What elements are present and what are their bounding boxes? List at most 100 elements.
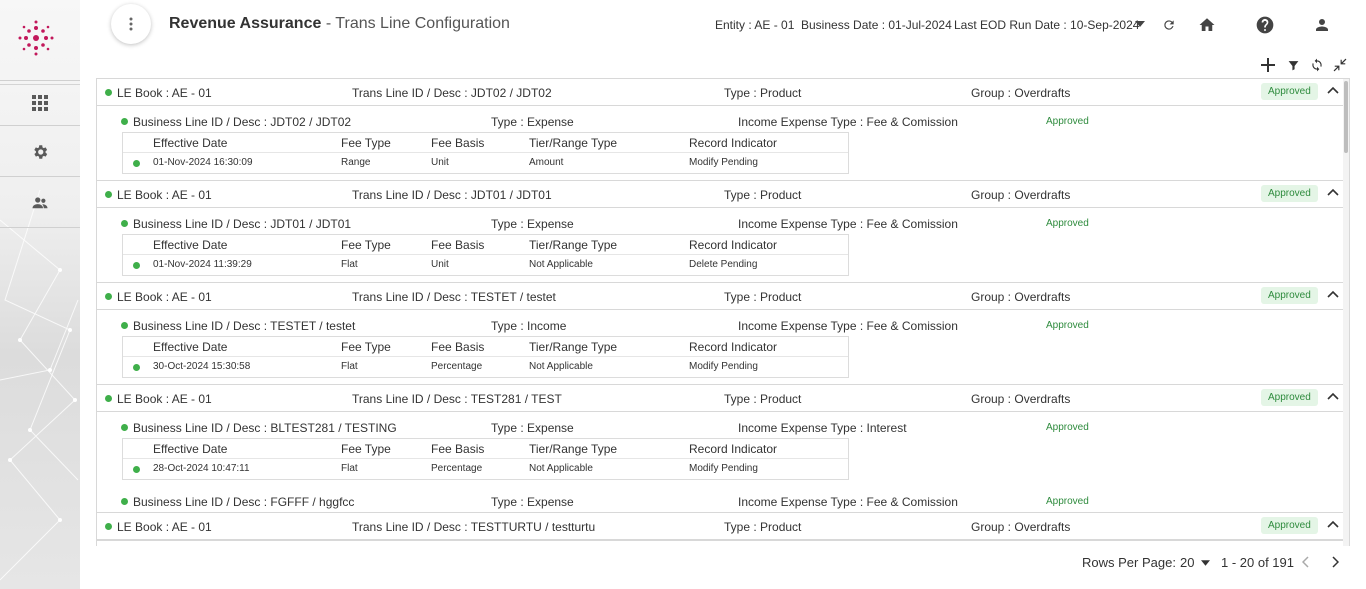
collapse-toggle-button[interactable] — [1327, 391, 1341, 405]
collapse-toggle-button[interactable] — [1327, 519, 1341, 533]
trans-line-type: Type : Product — [724, 86, 802, 100]
business-line-row: Business Line ID / Desc : FGFFF / hggfcc… — [97, 486, 1349, 512]
caret-down-icon — [1201, 560, 1211, 566]
status-badge: Approved — [1261, 287, 1318, 304]
business-line: Business Line ID / Desc : JDT02 / JDT02 — [121, 115, 351, 129]
status-dot — [133, 364, 140, 371]
fee-table-header-cell: Tier/Range Type — [529, 238, 618, 252]
trans-line-header[interactable]: LE Book : AE - 01 Trans Line ID / Desc :… — [97, 283, 1349, 310]
fee-table-cell: Flat — [341, 259, 358, 270]
fee-table-cell: Not Applicable — [529, 259, 593, 270]
sidebar-item-apps[interactable] — [0, 80, 80, 126]
background-network-graphic — [0, 189, 79, 581]
trans-line-group-name: Group : Overdrafts — [971, 290, 1071, 304]
trans-line-id: Trans Line ID / Desc : TESTET / testet — [352, 290, 556, 304]
home-button[interactable] — [1196, 14, 1218, 36]
fee-table-cell: 30-Oct-2024 15:30:58 — [153, 361, 251, 372]
fee-table-row[interactable]: 01-Nov-2024 16:30:09 Range Unit Amount Modif… — [123, 153, 848, 174]
fee-table-header-cell: Fee Basis — [431, 136, 485, 150]
fee-table-header-cell: Fee Basis — [431, 238, 485, 252]
fee-table-header-cell: Fee Basis — [431, 442, 485, 456]
fee-table-header-cell: Record Indicator — [689, 442, 778, 456]
status-dot — [133, 262, 140, 269]
refresh-icon — [1164, 20, 1174, 30]
trans-line-group: LE Book : AE - 01 Trans Line ID / Desc :… — [97, 385, 1349, 513]
business-line: Business Line ID / Desc : JDT01 / JDT01 — [121, 217, 351, 231]
trans-line-header[interactable]: LE Book : AE - 01 Trans Line ID / Desc :… — [97, 79, 1349, 106]
business-line-row: Business Line ID / Desc : JDT01 / JDT01 … — [97, 208, 1349, 234]
entity-label: Entity : AE - 01 — [715, 18, 795, 32]
filter-button[interactable] — [1284, 56, 1302, 74]
trans-line-group: LE Book : AE - 01 Trans Line ID / Desc :… — [97, 79, 1349, 181]
scrollbar-thumb[interactable] — [1344, 81, 1348, 153]
trans-line-header[interactable]: LE Book : AE - 01 Trans Line ID / Desc :… — [97, 513, 1349, 540]
refresh-header-button[interactable] — [1158, 14, 1180, 36]
business-line-label: Business Line ID / Desc : JDT01 / JDT01 — [133, 217, 352, 231]
fee-table-row[interactable]: 30-Oct-2024 15:30:58 Flat Percentage Not Ap… — [123, 357, 848, 378]
trans-line-id: Trans Line ID / Desc : TESTTURTU / testt… — [352, 520, 596, 534]
plus-icon — [1261, 58, 1275, 72]
fee-table-header-cell: Effective Date — [153, 136, 228, 150]
fee-table-header-cell: Fee Type — [341, 238, 391, 252]
business-line-label: Business Line ID / Desc : FGFFF / hggfcc — [133, 495, 355, 509]
income-expense-type: Income Expense Type : Fee & Comission — [738, 217, 958, 231]
trans-line-header[interactable]: LE Book : AE - 01 Trans Line ID / Desc :… — [97, 385, 1349, 412]
status-badge: Approved — [1261, 83, 1318, 100]
sidebar-item-users[interactable] — [0, 178, 80, 228]
status-dot — [121, 118, 128, 125]
trans-line-type: Type : Product — [724, 188, 802, 202]
vertical-scrollbar[interactable] — [1343, 79, 1349, 546]
more-menu-button[interactable] — [111, 4, 151, 44]
eod-dropdown-button[interactable] — [1132, 16, 1148, 32]
next-page-button[interactable] — [1331, 556, 1340, 571]
fee-table-cell: Modify Pending — [689, 157, 758, 168]
business-line: Business Line ID / Desc : TESTET / teste… — [121, 319, 355, 333]
help-icon — [1256, 16, 1274, 34]
fee-table-cell: 01-Nov-2024 16:30:09 — [153, 157, 253, 168]
business-line-label: Business Line ID / Desc : TESTET / teste… — [133, 319, 356, 333]
brand-logo — [18, 20, 54, 56]
pagination-footer: Rows Per Page: 20 1 - 20 of 191 — [80, 546, 1366, 589]
le-book-label: LE Book : AE - 01 — [117, 86, 212, 100]
collapse-toggle-button[interactable] — [1327, 289, 1341, 303]
help-button[interactable] — [1254, 14, 1276, 36]
sync-button[interactable] — [1308, 56, 1326, 74]
status-dot — [105, 89, 112, 96]
trans-line-type: Type : Product — [724, 290, 802, 304]
fee-table-row[interactable]: 01-Nov-2024 11:39:29 Flat Unit Not Applicab… — [123, 255, 848, 276]
fee-table-cell: Flat — [341, 463, 358, 474]
collapse-all-button[interactable] — [1331, 56, 1349, 74]
business-line-type: Type : Expense — [491, 495, 574, 509]
sidebar — [0, 0, 80, 589]
business-line-label: Business Line ID / Desc : BLTEST281 / TE… — [133, 421, 397, 435]
fee-table-header-cell: Tier/Range Type — [529, 136, 618, 150]
caret-down-icon — [1135, 21, 1145, 27]
user-profile-button[interactable] — [1311, 14, 1333, 36]
fee-table-header-cell: Effective Date — [153, 442, 228, 456]
collapse-toggle-button[interactable] — [1327, 187, 1341, 201]
fee-table-cell: 28-Oct-2024 10:47:11 — [153, 463, 250, 474]
fee-table-cell: 01-Nov-2024 11:39:29 — [153, 259, 252, 270]
fee-table-row[interactable]: 28-Oct-2024 10:47:11 Flat Percentage Not Ap… — [123, 459, 848, 480]
trans-line-header[interactable]: LE Book : AE - 01 Trans Line ID / Desc :… — [97, 181, 1349, 208]
rows-per-page-select[interactable]: 20 — [1180, 555, 1211, 570]
fee-table-header-cell: Fee Type — [341, 136, 391, 150]
page-title: Revenue Assurance - Trans Line Configura… — [169, 15, 510, 33]
chevron-up-icon — [1327, 86, 1339, 94]
fee-table-header: Effective Date Fee Type Fee Basis Tier/Rang… — [123, 133, 848, 153]
trans-line-id: Trans Line ID / Desc : JDT02 / JDT02 — [352, 86, 552, 100]
trans-line-group-name: Group : Overdrafts — [971, 520, 1071, 534]
sidebar-item-settings[interactable] — [0, 127, 80, 177]
collapse-toggle-button[interactable] — [1327, 85, 1341, 99]
business-line-status: Approved — [1046, 422, 1089, 433]
prev-page-button[interactable] — [1301, 556, 1310, 571]
business-line-type: Type : Expense — [491, 115, 574, 129]
status-badge: Approved — [1261, 517, 1318, 534]
status-dot — [105, 293, 112, 300]
le-book: LE Book : AE - 01 — [105, 86, 212, 100]
trans-line-group: LE Book : AE - 01 Trans Line ID / Desc :… — [97, 181, 1349, 283]
users-icon — [32, 196, 48, 208]
add-button[interactable] — [1259, 56, 1277, 74]
le-book: LE Book : AE - 01 — [105, 392, 212, 406]
page-range-label: 1 - 20 of 191 — [1221, 555, 1294, 570]
